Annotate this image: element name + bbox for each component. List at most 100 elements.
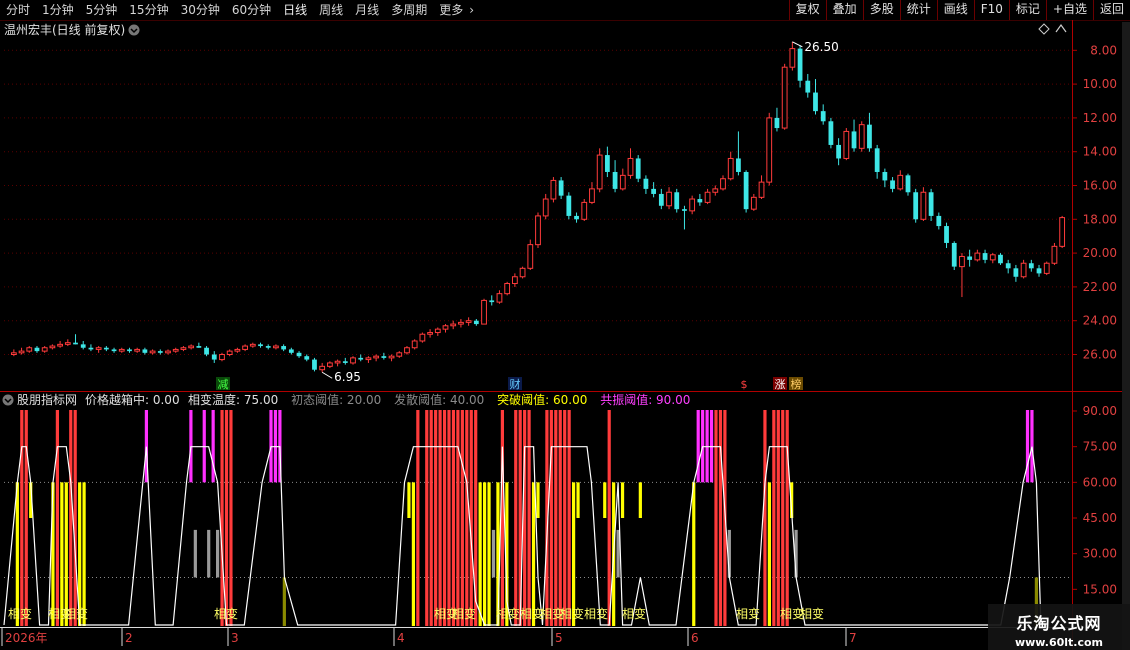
indicator-bar[interactable]	[442, 410, 447, 626]
candle-body[interactable]	[1020, 262, 1027, 278]
candle-body[interactable]	[882, 171, 888, 181]
candle-body[interactable]	[458, 321, 464, 325]
indicator-bar[interactable]	[20, 410, 24, 626]
candle-body[interactable]	[1043, 262, 1050, 274]
candle-body[interactable]	[813, 92, 818, 112]
candle-body[interactable]	[1051, 245, 1058, 264]
right-scrollbar[interactable]	[1122, 22, 1130, 650]
candle-body[interactable]	[527, 244, 534, 269]
candle-body[interactable]	[627, 157, 634, 176]
indicator-bar[interactable]	[416, 410, 420, 626]
indicator-bar[interactable]	[456, 410, 460, 626]
candle-body[interactable]	[558, 180, 564, 196]
candle-body[interactable]	[789, 48, 796, 68]
candle-body[interactable]	[226, 350, 233, 355]
candle-body[interactable]	[118, 348, 125, 352]
candle-body[interactable]	[612, 171, 618, 189]
indicator-bar[interactable]	[491, 529, 496, 578]
indicator-bar[interactable]	[616, 529, 620, 578]
indicator-bar[interactable]	[776, 410, 780, 626]
candle-body[interactable]	[134, 348, 141, 352]
candle-body[interactable]	[473, 320, 479, 325]
indicator-bar[interactable]	[55, 410, 59, 626]
candle-body[interactable]	[26, 347, 33, 352]
candle-body[interactable]	[103, 347, 109, 350]
indicator-bar[interactable]	[572, 482, 576, 626]
candle-body[interactable]	[242, 345, 248, 350]
candle-body[interactable]	[365, 357, 372, 361]
indicator-bar[interactable]	[567, 410, 571, 626]
candle-body[interactable]	[604, 155, 610, 172]
candle-body[interactable]	[142, 349, 148, 353]
candle-body[interactable]	[73, 342, 78, 345]
indicator-bar[interactable]	[407, 482, 411, 518]
candle-body[interactable]	[127, 349, 132, 352]
indicator-bar[interactable]	[554, 410, 558, 626]
candle-body[interactable]	[574, 215, 579, 220]
candle-body[interactable]	[34, 347, 40, 352]
indicator-bar[interactable]	[607, 410, 611, 626]
candle-body[interactable]	[736, 158, 741, 172]
candle-body[interactable]	[18, 350, 25, 354]
indicator-bar[interactable]	[434, 410, 438, 626]
indicator-bar[interactable]	[531, 482, 536, 626]
main-chart[interactable]	[10, 41, 1066, 390]
indicator-bar[interactable]	[563, 410, 567, 626]
indicator-bar[interactable]	[193, 529, 197, 578]
candle-body[interactable]	[442, 325, 449, 330]
candle-body[interactable]	[165, 350, 171, 354]
candle-body[interactable]	[1028, 263, 1034, 269]
candle-body[interactable]	[550, 179, 557, 200]
candle-body[interactable]	[867, 124, 872, 149]
candle-body[interactable]	[326, 362, 333, 367]
indicator-bar[interactable]	[447, 410, 451, 626]
candle-body[interactable]	[619, 174, 626, 190]
candle-body[interactable]	[959, 255, 965, 268]
candle-body[interactable]	[727, 157, 734, 180]
indicator-bar[interactable]	[1030, 410, 1034, 483]
candle-body[interactable]	[219, 354, 225, 361]
candle-body[interactable]	[944, 226, 949, 243]
candle-body[interactable]	[666, 191, 672, 207]
candle-body[interactable]	[982, 253, 988, 260]
candle-body[interactable]	[419, 333, 426, 342]
indicator-bar[interactable]	[460, 410, 464, 626]
candle-body[interactable]	[589, 188, 595, 203]
indicator-bar[interactable]	[558, 410, 562, 626]
indicator-bar[interactable]	[207, 529, 211, 578]
indicator-bar[interactable]	[211, 410, 215, 483]
candle-body[interactable]	[411, 340, 418, 349]
candle-body[interactable]	[334, 360, 341, 364]
candle-body[interactable]	[704, 191, 711, 203]
candle-body[interactable]	[10, 352, 17, 355]
candle-body[interactable]	[743, 171, 749, 210]
candle-body[interactable]	[781, 66, 788, 129]
candle-body[interactable]	[273, 345, 279, 349]
candle-body[interactable]	[1059, 217, 1066, 247]
candle-body[interactable]	[658, 193, 664, 206]
collapse-chevron-icon[interactable]	[1055, 23, 1067, 33]
candle-body[interactable]	[481, 299, 487, 325]
indicator-bar[interactable]	[638, 482, 642, 518]
candle-body[interactable]	[682, 209, 687, 211]
candle-body[interactable]	[450, 323, 457, 327]
candle-body[interactable]	[974, 252, 981, 261]
candle-body[interactable]	[204, 347, 209, 355]
candle-body[interactable]	[828, 121, 834, 145]
indicator-bar[interactable]	[483, 482, 487, 626]
indicator-bar[interactable]	[692, 482, 696, 626]
candle-body[interactable]	[936, 215, 942, 227]
candle-body[interactable]	[805, 80, 811, 93]
indicator-bar[interactable]	[73, 410, 77, 626]
indicator-bar[interactable]	[24, 410, 28, 626]
candle-body[interactable]	[1036, 268, 1042, 274]
indicator-bar[interactable]	[64, 482, 68, 626]
indicator-bar[interactable]	[216, 529, 220, 578]
candle-body[interactable]	[404, 347, 410, 354]
candle-body[interactable]	[111, 349, 117, 352]
candle-body[interactable]	[897, 174, 904, 190]
candle-body[interactable]	[758, 181, 765, 198]
indicator-bar[interactable]	[465, 410, 469, 626]
candle-body[interactable]	[905, 175, 911, 193]
indicator-bar[interactable]	[425, 410, 429, 626]
